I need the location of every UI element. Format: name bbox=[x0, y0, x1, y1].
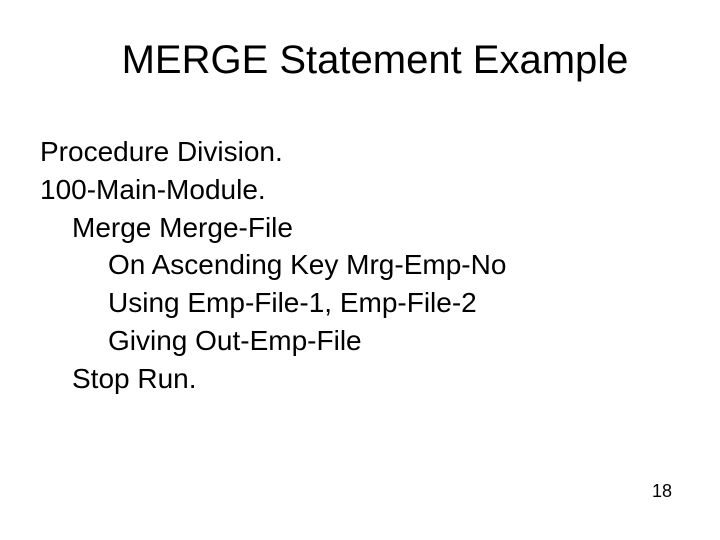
code-line: 100-Main-Module. bbox=[40, 171, 680, 209]
code-line: Giving Out-Emp-File bbox=[40, 322, 680, 360]
slide: MERGE Statement Example Procedure Divisi… bbox=[0, 0, 720, 540]
code-line: Using Emp-File-1, Emp-File-2 bbox=[40, 284, 680, 322]
slide-title: MERGE Statement Example bbox=[40, 38, 680, 83]
code-block: Procedure Division. 100-Main-Module. Mer… bbox=[40, 133, 680, 398]
page-number: 18 bbox=[652, 481, 672, 502]
code-line: On Ascending Key Mrg-Emp-No bbox=[40, 246, 680, 284]
code-line: Stop Run. bbox=[40, 360, 680, 398]
code-line: Merge Merge-File bbox=[40, 209, 680, 247]
code-line: Procedure Division. bbox=[40, 133, 680, 171]
